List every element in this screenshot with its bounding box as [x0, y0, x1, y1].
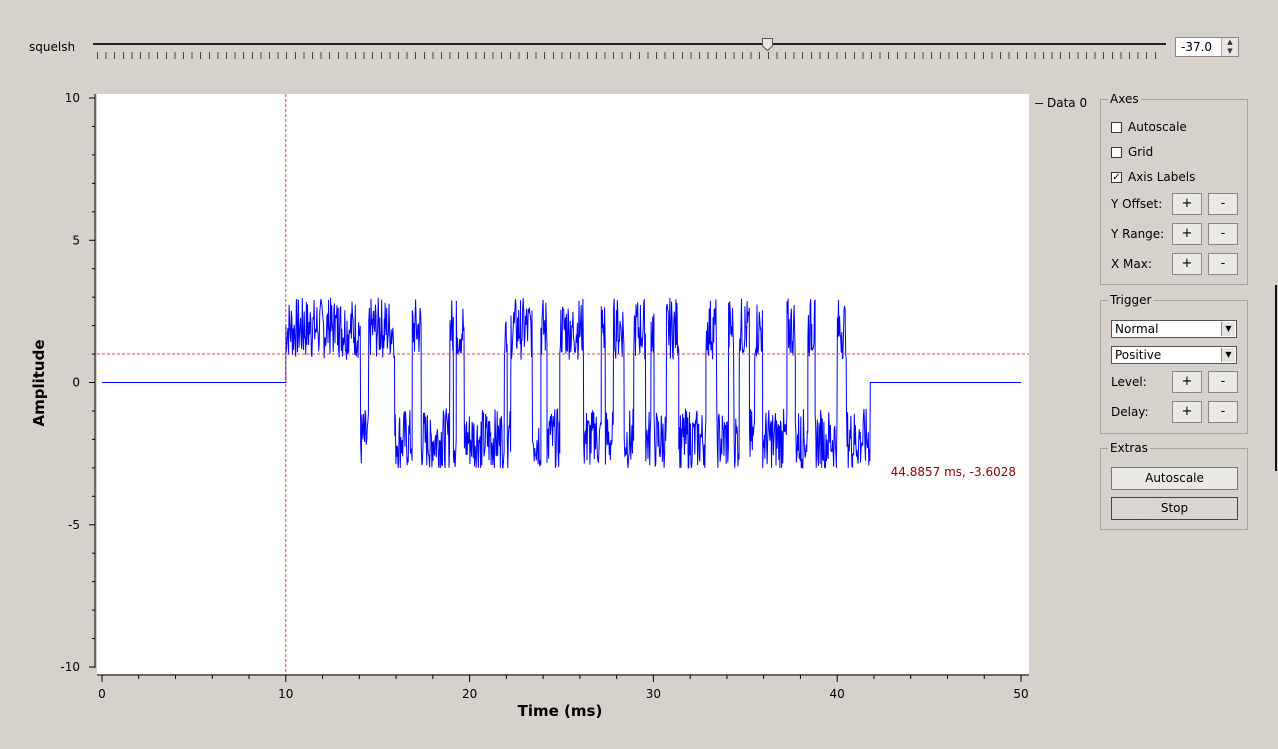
axis-labels-checkbox[interactable]: ✓	[1111, 171, 1122, 183]
x-axis-ticks: 0 10 20 30 40 50	[98, 675, 1029, 701]
trigger-delay-minus-button[interactable]: -	[1208, 401, 1238, 423]
trigger-level-minus-button[interactable]: -	[1208, 371, 1238, 393]
plot-canvas	[97, 94, 1029, 674]
y-offset-plus-button[interactable]: +	[1172, 193, 1202, 215]
x-tick-label: 0	[98, 687, 106, 701]
trigger-level-plus-button[interactable]: +	[1172, 371, 1202, 393]
y-range-plus-button[interactable]: +	[1172, 223, 1202, 245]
x-axis-label: Time (ms)	[518, 702, 603, 720]
legend: Data 0	[1035, 96, 1087, 110]
autoscale-checkbox-row[interactable]: Autoscale	[1111, 120, 1187, 134]
trigger-mode-value[interactable]: Normal	[1115, 322, 1158, 336]
grid-checkbox[interactable]	[1111, 146, 1122, 158]
time-plot[interactable]: 1050-5-10 0 10 20 30 40 50 44.8857 ms, -3.602…	[0, 85, 1034, 725]
axes-panel: Axes Autoscale Grid ✓ Axis Labels Y Offs…	[1100, 92, 1248, 285]
y-axis-label: Amplitude	[30, 339, 48, 426]
squelch-value[interactable]: -37.0	[1181, 40, 1212, 54]
y-range-minus-button[interactable]: -	[1208, 223, 1238, 245]
grid-checkbox-label[interactable]: Grid	[1128, 145, 1153, 159]
cursor-readout: 44.8857 ms, -3.6028	[891, 465, 1016, 479]
trigger-mode-select[interactable]: Normal ▼	[1111, 320, 1237, 338]
trigger-panel-title: Trigger	[1108, 293, 1154, 307]
spin-up-icon[interactable]: ▲	[1222, 38, 1238, 47]
trigger-slope-value[interactable]: Positive	[1115, 348, 1161, 362]
chevron-down-icon[interactable]: ▼	[1221, 348, 1235, 362]
stop-button[interactable]: Stop	[1111, 497, 1238, 520]
trigger-delay-plus-button[interactable]: +	[1172, 401, 1202, 423]
x-tick-label: 40	[830, 687, 845, 701]
y-offset-minus-button[interactable]: -	[1208, 193, 1238, 215]
extras-panel: Extras Autoscale Stop	[1100, 441, 1248, 530]
legend-label: Data 0	[1047, 96, 1088, 110]
x-tick-label: 20	[462, 687, 477, 701]
y-offset-label: Y Offset:	[1111, 197, 1163, 211]
window-edge-marker	[1275, 285, 1277, 471]
y-axis-ticks: 10 5 0 -5 -10	[60, 91, 95, 674]
autoscale-checkbox[interactable]	[1111, 121, 1122, 133]
trigger-delay-label: Delay:	[1111, 405, 1149, 419]
autoscale-checkbox-label[interactable]: Autoscale	[1128, 120, 1187, 134]
trigger-panel: Trigger Normal ▼ Positive ▼ Level: + - D…	[1100, 293, 1248, 434]
y-tick-label: 0	[72, 376, 80, 390]
squelch-label: squelsh	[29, 40, 76, 54]
axes-panel-title: Axes	[1108, 92, 1141, 106]
extras-autoscale-button[interactable]: Autoscale	[1111, 467, 1238, 490]
y-tick-label: 10	[65, 91, 80, 105]
trigger-slope-select[interactable]: Positive ▼	[1111, 346, 1237, 364]
axis-labels-checkbox-label[interactable]: Axis Labels	[1128, 170, 1195, 184]
grid-checkbox-row[interactable]: Grid	[1111, 145, 1153, 159]
y-tick-label: -10	[60, 660, 80, 674]
axis-labels-checkbox-row[interactable]: ✓ Axis Labels	[1111, 170, 1195, 184]
x-max-minus-button[interactable]: -	[1208, 253, 1238, 275]
x-max-plus-button[interactable]: +	[1172, 253, 1202, 275]
y-range-label: Y Range:	[1111, 227, 1165, 241]
x-tick-label: 10	[278, 687, 293, 701]
chevron-down-icon[interactable]: ▼	[1221, 322, 1235, 336]
squelch-slider-ticks	[97, 52, 1163, 59]
x-tick-label: 50	[1013, 687, 1028, 701]
trigger-level-label: Level:	[1111, 375, 1147, 389]
y-tick-label: -5	[68, 518, 80, 532]
x-tick-label: 30	[646, 687, 661, 701]
extras-panel-title: Extras	[1108, 441, 1150, 455]
spin-down-icon[interactable]: ▼	[1222, 47, 1238, 56]
y-tick-label: 5	[72, 233, 80, 247]
squelch-spinbox[interactable]: -37.0 ▲ ▼	[1175, 37, 1239, 57]
x-max-label: X Max:	[1111, 257, 1152, 271]
squelch-slider[interactable]	[93, 43, 1166, 45]
squelch-slider-handle[interactable]	[762, 38, 773, 51]
legend-swatch	[1035, 103, 1043, 104]
